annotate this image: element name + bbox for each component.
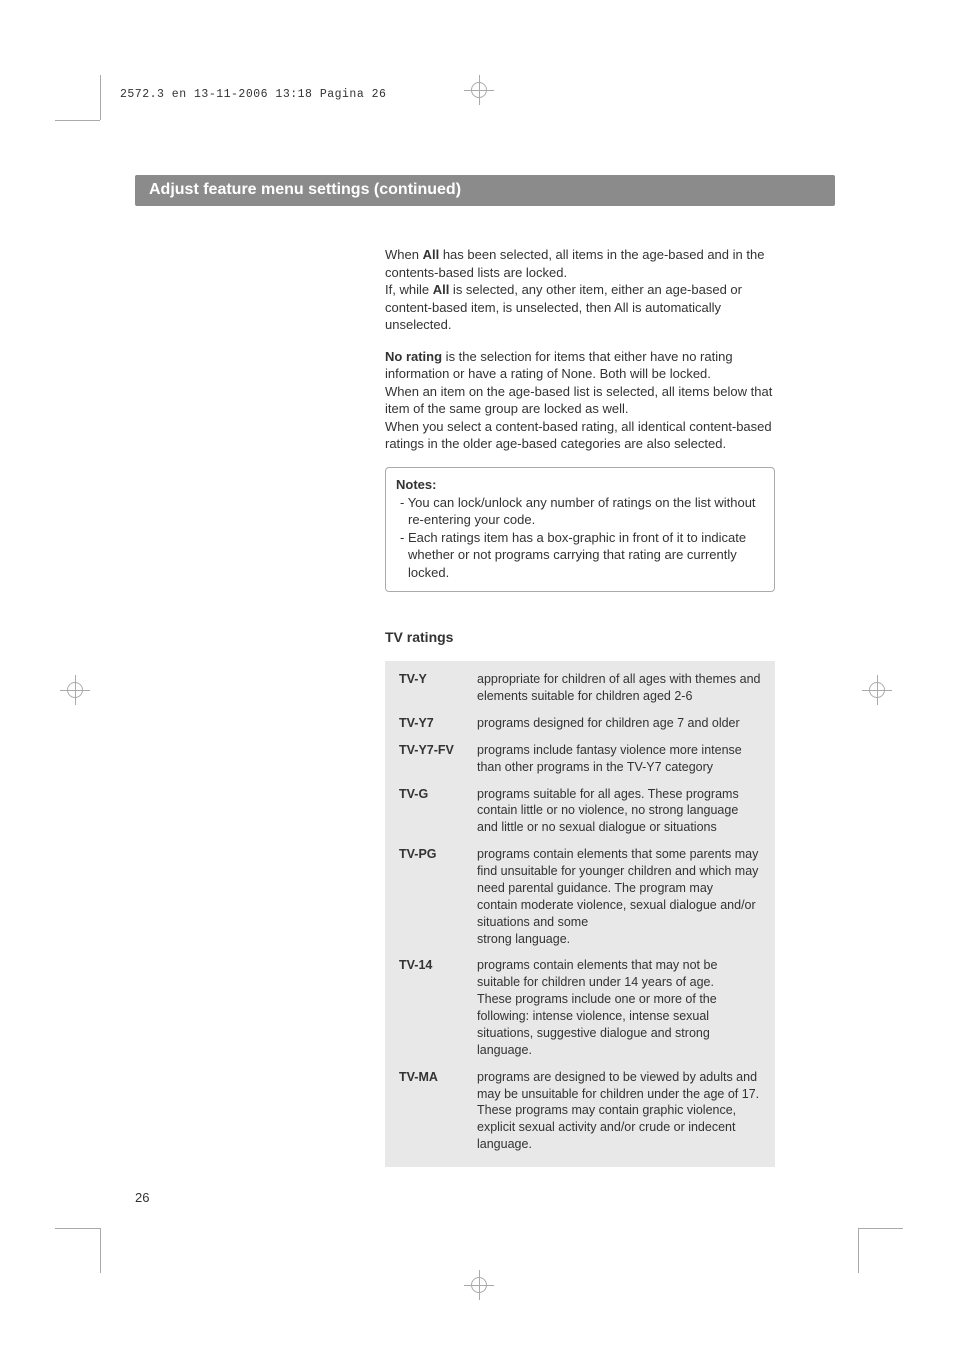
- rating-row: TV-Y appropriate for children of all age…: [399, 671, 761, 705]
- rating-desc: programs include fantasy violence more i…: [477, 742, 761, 776]
- bold-no-rating: No rating: [385, 349, 442, 364]
- notes-title-text: Notes:: [396, 477, 436, 492]
- section-title-bar: Adjust feature menu settings (continued): [135, 175, 835, 206]
- rating-row: TV-G programs suitable for all ages. The…: [399, 786, 761, 837]
- rating-code: TV-Y7: [399, 715, 477, 732]
- bold-all: All: [423, 247, 440, 262]
- rating-desc: programs contain elements that may not b…: [477, 957, 761, 1058]
- tv-ratings-title: TV ratings: [385, 628, 775, 647]
- page-content: Adjust feature menu settings (continued)…: [135, 175, 835, 1167]
- text: If, while: [385, 282, 433, 297]
- rating-code: TV-Y7-FV: [399, 742, 477, 776]
- tv-ratings-table: TV-Y appropriate for children of all age…: [385, 661, 775, 1167]
- page-number: 26: [135, 1190, 149, 1205]
- rating-desc-line: programs contain elements that some pare…: [477, 846, 761, 897]
- paragraph: When an item on the age-based list is se…: [385, 383, 775, 418]
- paragraph: When you select a content-based rating, …: [385, 418, 775, 453]
- paragraph: No rating is the selection for items tha…: [385, 348, 775, 383]
- crop-register-bottom: [464, 1270, 494, 1300]
- crop-mark: [100, 75, 101, 120]
- rating-code: TV-G: [399, 786, 477, 837]
- rating-row: TV-MA programs are designed to be viewed…: [399, 1069, 761, 1153]
- notes-box: Notes: - You can lock/unlock any number …: [385, 467, 775, 592]
- text: has been selected, all items in the age-…: [385, 247, 764, 280]
- note-item: - You can lock/unlock any number of rati…: [396, 494, 764, 529]
- rating-desc: programs designed for children age 7 and…: [477, 715, 761, 732]
- rating-code: TV-14: [399, 957, 477, 1058]
- rating-row: TV-Y7-FV programs include fantasy violen…: [399, 742, 761, 776]
- rating-row: TV-14 programs contain elements that may…: [399, 957, 761, 1058]
- crop-mark: [858, 1228, 903, 1229]
- rating-desc: programs are designed to be viewed by ad…: [477, 1069, 761, 1153]
- crop-register-top: [464, 75, 494, 105]
- crop-mark: [100, 1228, 101, 1273]
- rating-desc-line: contain moderate violence, sexual dialog…: [477, 897, 761, 931]
- bold-all: All: [433, 282, 450, 297]
- rating-desc-line: programs contain elements that may not b…: [477, 957, 761, 991]
- note-item: - Each ratings item has a box-graphic in…: [396, 529, 764, 582]
- rating-row: TV-PG programs contain elements that som…: [399, 846, 761, 947]
- body-column: When All has been selected, all items in…: [385, 246, 775, 1167]
- notes-title: Notes:: [396, 476, 764, 494]
- text: When: [385, 247, 423, 262]
- crop-register-right: [862, 675, 892, 705]
- rating-code: TV-MA: [399, 1069, 477, 1153]
- paragraph: If, while All is selected, any other ite…: [385, 281, 775, 334]
- crop-mark: [55, 120, 100, 121]
- crop-mark: [858, 1228, 859, 1273]
- rating-desc: programs contain elements that some pare…: [477, 846, 761, 947]
- rating-code: TV-PG: [399, 846, 477, 947]
- rating-desc-line: These programs include one or more of th…: [477, 991, 761, 1059]
- print-header-line: 2572.3 en 13-11-2006 13:18 Pagina 26: [120, 88, 386, 101]
- rating-code: TV-Y: [399, 671, 477, 705]
- rating-desc: appropriate for children of all ages wit…: [477, 671, 761, 705]
- paragraph: When All has been selected, all items in…: [385, 246, 775, 281]
- crop-mark: [55, 1228, 100, 1229]
- crop-register-left: [60, 675, 90, 705]
- rating-row: TV-Y7 programs designed for children age…: [399, 715, 761, 732]
- rating-desc: programs suitable for all ages. These pr…: [477, 786, 761, 837]
- rating-desc-line: strong language.: [477, 931, 761, 948]
